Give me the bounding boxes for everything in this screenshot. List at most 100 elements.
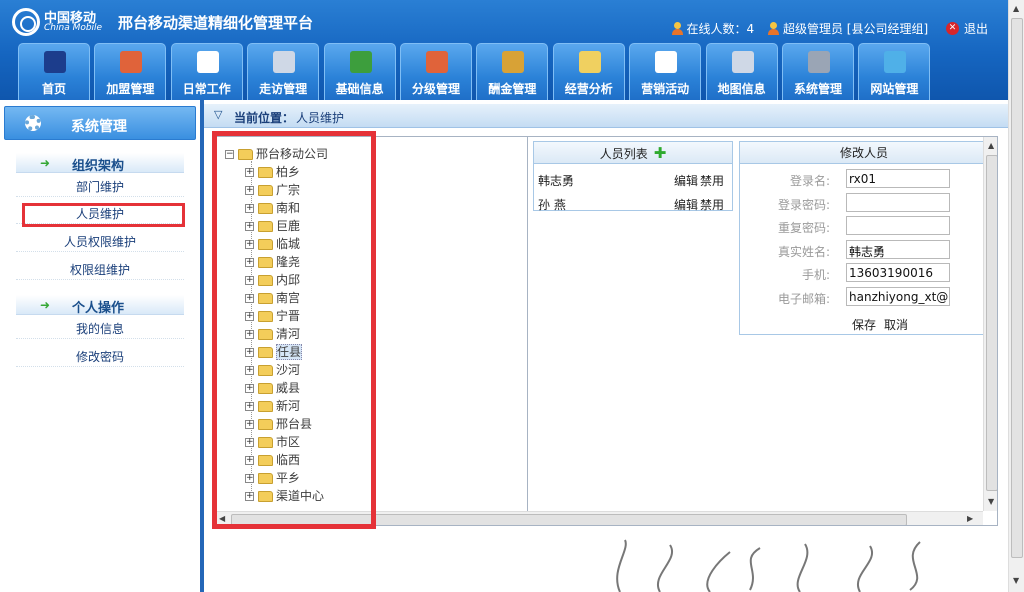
sidebar-item-change-password[interactable]: 修改密码 <box>16 347 184 367</box>
save-button[interactable]: 保存 <box>852 318 876 332</box>
nav-tab-label: 网站管理 <box>870 82 919 96</box>
china-mobile-logo: 中国移动 China Mobile <box>12 6 104 38</box>
field-input[interactable]: 13603190016 <box>846 263 950 282</box>
person-name: 孙 燕 <box>538 198 566 212</box>
add-person-icon[interactable]: ✚ <box>654 142 667 164</box>
nav-tab-10[interactable]: 地图信息 <box>705 43 778 100</box>
nav-tab-label: 日常工作 <box>182 82 231 96</box>
field-input[interactable]: rx01 <box>846 169 950 188</box>
panel-divider <box>527 137 528 525</box>
field-label: 电子邮箱: <box>777 291 830 306</box>
form-actions: 保存 取消 <box>852 316 916 333</box>
arrow-right-icon: ➜ <box>40 298 51 312</box>
nav-tab-label: 分级管理 <box>411 82 460 96</box>
nav-tab-2[interactable]: 加盟管理 <box>94 43 167 100</box>
page-vertical-scrollbar[interactable]: ▲ ▼ <box>1008 0 1024 592</box>
globe-icon <box>884 51 907 73</box>
nav-tab-1[interactable]: 首页 <box>18 43 90 100</box>
highlight-box <box>22 203 185 227</box>
field-label: 登录密码: <box>777 197 830 212</box>
shop-icon <box>120 51 143 73</box>
sidebar-item-personnel-permission[interactable]: 人员权限维护 <box>16 232 184 252</box>
sidebar-item-department[interactable]: 部门维护 <box>16 177 184 197</box>
logo-mark-icon <box>12 8 40 36</box>
background-watermark-art <box>616 539 921 592</box>
form-row: 登录密码: <box>740 192 990 214</box>
field-input[interactable]: 韩志勇 <box>846 239 950 259</box>
scroll-up-icon[interactable]: ▲ <box>988 141 994 150</box>
shop-icon <box>426 51 448 73</box>
nav-tab-label: 走访管理 <box>259 82 308 96</box>
disable-link[interactable]: 禁用 <box>700 196 724 213</box>
nav-tab-9[interactable]: 营销活动 <box>629 43 702 100</box>
nav-tab-5[interactable]: 基础信息 <box>323 43 396 100</box>
nav-tab-label: 首页 <box>41 82 66 96</box>
sidebar-item-my-info[interactable]: 我的信息 <box>16 319 184 339</box>
nav-tab-label: 系统管理 <box>793 82 842 96</box>
sidebar-section-org[interactable]: ➜ 组织架构 <box>16 153 184 174</box>
content-vertical-scrollbar[interactable]: ▲ ▼ <box>983 137 997 511</box>
cancel-button[interactable]: 取消 <box>884 318 908 332</box>
person-list-title: 人员列表 <box>599 147 648 161</box>
sidebar-title: 系统管理 <box>71 119 127 135</box>
field-label: 登录名: <box>789 174 830 188</box>
nav-tab-6[interactable]: 分级管理 <box>400 43 472 100</box>
edit-person-panel: 修改人员 保存 取消 登录名: rx01 登录密码: 重复密码: 真实姓名: 韩志勇手机: 1… <box>739 141 989 335</box>
collapse-icon[interactable]: ▽ <box>214 108 222 121</box>
header-status: 在线人数：4 超级管理员 [县公司经理组] ✕ 退出 <box>662 20 988 37</box>
logout-link[interactable]: 退出 <box>964 20 988 37</box>
edit-person-title: 修改人员 <box>740 142 988 164</box>
edit-link[interactable]: 编辑 <box>674 196 698 213</box>
arrow-right-icon: ➜ <box>40 156 51 170</box>
scroll-thumb[interactable] <box>1011 18 1023 558</box>
scroll-down-icon[interactable]: ▼ <box>988 497 994 506</box>
sidebar-section-personal[interactable]: ➜ 个人操作 <box>16 295 184 316</box>
phone-icon <box>349 51 372 73</box>
logout-icon[interactable]: ✕ <box>945 22 959 35</box>
nav-tab-4[interactable]: 走访管理 <box>247 43 320 100</box>
nav-tab-8[interactable]: 经营分析 <box>552 43 625 100</box>
sidebar-item-permission-group[interactable]: 权限组维护 <box>16 260 184 280</box>
breadcrumb-label: 当前位置： <box>234 111 295 125</box>
scroll-down-icon[interactable]: ▼ <box>1013 576 1019 585</box>
highlight-box <box>212 131 376 529</box>
nav-tab-label: 基础信息 <box>335 82 384 96</box>
nav-tab-3[interactable]: 日常工作 <box>170 43 243 100</box>
pencil-icon <box>578 51 601 73</box>
breadcrumb: ▽ 当前位置： 人员维护 <box>204 104 1024 128</box>
field-input[interactable] <box>846 192 950 212</box>
nav-tab-12[interactable]: 网站管理 <box>858 43 931 100</box>
form-row: 真实姓名: 韩志勇 <box>740 239 990 261</box>
scroll-up-icon[interactable]: ▲ <box>1013 4 1019 13</box>
nav-tab-label: 酬金管理 <box>488 82 537 96</box>
money-icon <box>502 51 525 73</box>
sidebar-header: 系统管理 <box>4 106 196 140</box>
field-input[interactable]: hanzhiyong_xt@he <box>846 286 950 306</box>
field-label: 手机: <box>801 268 830 282</box>
person-icon <box>767 22 779 35</box>
form-row: 电子邮箱: hanzhiyong_xt@he <box>740 286 990 308</box>
person-list-panel: 人员列表 ✚ 韩志勇 编辑 禁用孙 燕编辑 禁用 <box>533 141 733 212</box>
sidebar-border <box>200 100 204 592</box>
person-row: 孙 燕 编辑 禁用 <box>538 194 728 212</box>
nav-tab-label: 地图信息 <box>717 82 766 96</box>
gear-icon <box>808 51 830 73</box>
person-list-header: 人员列表 ✚ <box>534 142 732 164</box>
sidebar: 系统管理 ➜ 组织架构 部门维护 人员维护 人员权限维护 权限组维护 ➜ 个人操… <box>0 100 200 592</box>
person-name: 韩志勇 <box>538 174 575 188</box>
scroll-thumb[interactable] <box>986 155 997 491</box>
document-icon <box>655 51 678 73</box>
nav-tab-7[interactable]: 酬金管理 <box>476 43 549 100</box>
nav-tab-11[interactable]: 系统管理 <box>782 43 854 100</box>
form-row: 重复密码: <box>740 215 990 237</box>
field-input[interactable] <box>846 216 950 235</box>
nav-tab-label: 营销活动 <box>641 82 690 96</box>
person-icon <box>671 22 683 35</box>
gear-icon <box>25 115 41 131</box>
disable-link[interactable]: 禁用 <box>700 172 724 189</box>
nav-tab-label: 经营分析 <box>564 82 613 96</box>
header-bar: 中国移动 China Mobile 邢台移动渠道精细化管理平台 在线人数：4 超… <box>0 0 1024 100</box>
scroll-right-icon[interactable]: ▶ <box>967 514 973 523</box>
edit-link[interactable]: 编辑 <box>674 172 698 189</box>
form-row: 手机: 13603190016 <box>740 262 990 284</box>
